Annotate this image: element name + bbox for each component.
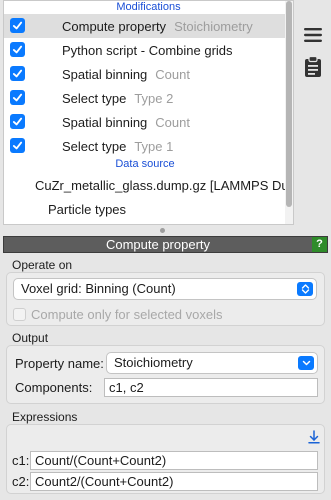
pipeline-item-label: Compute property bbox=[62, 19, 167, 34]
components-input[interactable]: c1, c2 bbox=[104, 378, 318, 397]
panel-titlebar: Compute property ? bbox=[3, 236, 328, 253]
pipeline-item-checkbox[interactable] bbox=[10, 90, 25, 105]
checkmark-icon bbox=[12, 21, 23, 30]
panel-title: Compute property bbox=[105, 237, 211, 252]
pipeline-list[interactable]: Modifications Compute property Stoichiome… bbox=[3, 0, 294, 225]
pipeline-item-sublabel: Count bbox=[155, 115, 190, 130]
property-name-label: Property name: bbox=[15, 356, 104, 371]
pipeline-item-compute-property[interactable]: Compute property Stoichiometry bbox=[4, 14, 286, 38]
help-button[interactable]: ? bbox=[312, 237, 327, 252]
operate-on-select[interactable]: Voxel grid: Binning (Count) bbox=[13, 278, 317, 300]
pipeline-item-sublabel: Type 1 bbox=[134, 139, 174, 154]
pipeline-item-sublabel: Type 2 bbox=[134, 91, 174, 106]
pipeline-item-select-type[interactable]: Select type Type 2 bbox=[4, 86, 286, 110]
pipeline-item-checkbox[interactable] bbox=[10, 66, 25, 81]
checkmark-icon bbox=[12, 93, 23, 102]
property-name-value: Stoichiometry bbox=[114, 355, 193, 370]
pipeline-item-label: Select type bbox=[62, 91, 127, 106]
checkmark-icon bbox=[12, 45, 23, 54]
pipeline-item-python-script[interactable]: Python script - Combine grids bbox=[4, 38, 286, 62]
components-label: Components: bbox=[15, 380, 93, 395]
checkmark-icon bbox=[12, 141, 23, 150]
output-label: Output bbox=[12, 331, 49, 345]
operate-on-label: Operate on bbox=[12, 258, 73, 272]
pipeline-item-checkbox[interactable] bbox=[10, 42, 25, 57]
expression-label-c2: c2: bbox=[12, 474, 30, 489]
only-selected-label: Compute only for selected voxels bbox=[31, 307, 223, 322]
download-icon[interactable] bbox=[308, 430, 320, 444]
pipeline-scrollbar[interactable] bbox=[285, 1, 293, 224]
pipeline-item-select-type[interactable]: Select type Type 1 bbox=[4, 134, 286, 158]
expression-input-c2[interactable]: Count2/(Count+Count2) bbox=[30, 472, 318, 491]
pipeline-item-spatial-binning[interactable]: Spatial binning Count bbox=[4, 62, 286, 86]
pipeline-scrollbar-thumb[interactable] bbox=[286, 1, 292, 207]
select-arrows-icon bbox=[297, 282, 313, 296]
data-source-file[interactable]: CuZr_metallic_glass.dump.gz [LAMMPS Dump… bbox=[35, 178, 293, 193]
chevron-down-icon bbox=[298, 356, 314, 370]
panel-splitter-handle[interactable] bbox=[160, 228, 165, 233]
data-source-particle-types[interactable]: Particle types bbox=[48, 202, 126, 217]
checkmark-icon bbox=[12, 69, 23, 78]
expression-input-c1[interactable]: Count/(Count+Count2) bbox=[30, 451, 318, 470]
pipeline-item-sublabel: Stoichiometry bbox=[174, 19, 253, 34]
pipeline-item-label: Select type bbox=[62, 139, 127, 154]
pipeline-item-checkbox[interactable] bbox=[10, 138, 25, 153]
hamburger-menu-icon[interactable] bbox=[300, 22, 326, 48]
pipeline-item-spatial-binning[interactable]: Spatial binning Count bbox=[4, 110, 286, 134]
pipeline-item-label: Spatial binning bbox=[62, 115, 148, 130]
data-source-header: Data source bbox=[115, 158, 175, 170]
only-selected-checkbox[interactable] bbox=[13, 308, 26, 321]
pipeline-item-label: Spatial binning bbox=[62, 67, 148, 82]
pipeline-item-label: Python script - Combine grids bbox=[62, 43, 233, 58]
checkmark-icon bbox=[12, 117, 23, 126]
pipeline-item-sublabel: Count bbox=[155, 67, 190, 82]
pipeline-item-checkbox[interactable] bbox=[10, 114, 25, 129]
modifications-header: Modifications bbox=[116, 1, 181, 13]
pipeline-item-checkbox[interactable] bbox=[10, 18, 25, 33]
operate-on-value: Voxel grid: Binning (Count) bbox=[21, 281, 176, 296]
expression-label-c1: c1: bbox=[12, 453, 30, 468]
clipboard-icon[interactable] bbox=[300, 54, 326, 80]
property-name-select[interactable]: Stoichiometry bbox=[106, 352, 318, 374]
expressions-label: Expressions bbox=[12, 410, 78, 424]
